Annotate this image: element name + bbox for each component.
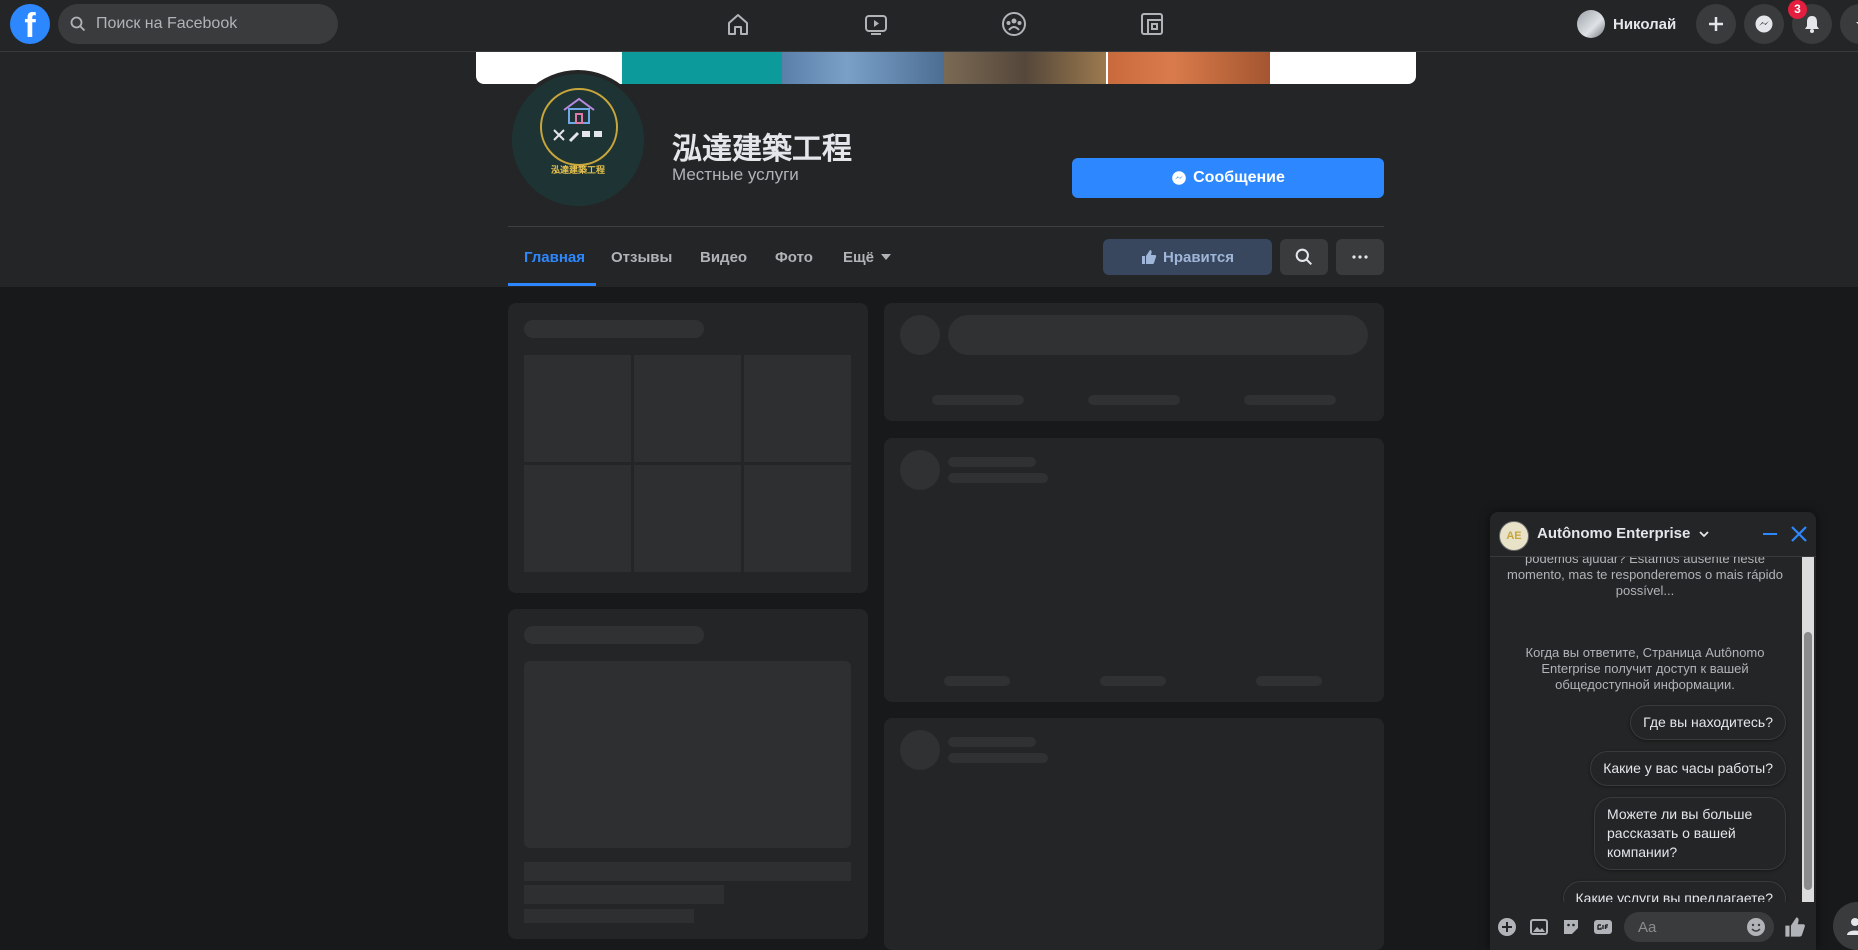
thumbs-up-icon [1785, 917, 1805, 937]
chat-title[interactable]: Autônomo Enterprise [1537, 525, 1709, 542]
close-chat-button[interactable] [1788, 523, 1810, 545]
tools-icon [553, 129, 602, 143]
search-box[interactable] [58, 4, 338, 44]
bell-icon [1805, 16, 1819, 33]
send-like-button[interactable] [1782, 914, 1808, 940]
sticker-button[interactable] [1560, 916, 1582, 938]
quick-reply-services[interactable]: Какие услуги вы предлагаете? [1562, 881, 1786, 902]
user-name: Николай [1613, 15, 1677, 33]
tab-label: Видео [700, 248, 748, 266]
watch-icon [865, 15, 887, 35]
plus-icon [1709, 17, 1723, 31]
tab-reviews[interactable]: Отзывы [611, 232, 672, 282]
like-label: Нравится [1162, 248, 1235, 266]
logo-ring [540, 88, 618, 166]
quick-reply-about[interactable]: Можете ли вы больше рассказать о вашей к… [1594, 797, 1786, 870]
gaming-icon [1141, 13, 1163, 35]
tab-videos[interactable]: Видео [700, 232, 747, 282]
nav-home[interactable] [683, 4, 793, 44]
quick-reply-location[interactable]: Где вы находитесь? [1630, 705, 1786, 740]
tab-label: Фото [775, 248, 813, 266]
attach-photo-button[interactable] [1528, 916, 1550, 938]
image-icon [1530, 919, 1548, 935]
cover-photo[interactable] [476, 52, 1416, 84]
chevron-down-icon [1856, 22, 1858, 24]
chat-messages[interactable]: podemos ajudar? Estamos ausente neste mo… [1490, 557, 1800, 902]
search-icon [1295, 248, 1313, 266]
person-icon [1847, 918, 1858, 935]
home-icon [728, 14, 748, 35]
search-input[interactable] [94, 14, 318, 34]
chevron-down-icon [1698, 531, 1709, 538]
chat-header[interactable]: AE Autônomo Enterprise [1490, 512, 1816, 557]
tab-photos[interactable]: Фото [775, 232, 813, 282]
house-icon [563, 97, 595, 124]
page-intro-message: podemos ajudar? Estamos ausente neste mo… [1506, 557, 1783, 598]
search-page-button[interactable] [1280, 239, 1328, 275]
messenger-icon [1755, 15, 1773, 33]
send-message-label: Сообщение [1193, 169, 1285, 186]
plus-circle-icon [1498, 918, 1516, 936]
tab-label: Отзывы [611, 248, 673, 266]
page-category[interactable]: Местные услуги [672, 165, 799, 185]
cover-tile [622, 52, 782, 84]
emoji-icon[interactable] [1746, 917, 1766, 937]
cover-tile [1108, 52, 1270, 84]
close-icon [1791, 526, 1807, 542]
logo-text: 泓達建築工程 [550, 165, 605, 175]
gif-button[interactable] [1592, 916, 1614, 938]
send-message-button[interactable]: Сообщение [1072, 158, 1384, 198]
tab-home[interactable]: Главная [524, 232, 585, 282]
quick-reply-hours[interactable]: Какие у вас часы работы? [1590, 751, 1786, 786]
gif-icon [1594, 920, 1612, 934]
message-input-box[interactable] [1624, 912, 1774, 942]
minimize-icon [1763, 533, 1777, 535]
chat-title-text: Autônomo Enterprise [1537, 525, 1691, 542]
messenger-icon [1172, 171, 1186, 185]
nav-watch[interactable] [821, 4, 931, 44]
notification-badge: 3 [1788, 0, 1807, 19]
nav-groups[interactable] [959, 4, 1069, 44]
chat-avatar: AE [1499, 521, 1529, 551]
chat-window: AE Autônomo Enterprise podemos ajudar? E… [1490, 512, 1816, 950]
post-placeholder-card [884, 438, 1384, 702]
cover-tile [782, 52, 944, 84]
chat-composer [1490, 902, 1816, 950]
more-actions-button[interactable] [1496, 916, 1518, 938]
tab-label: Главная [524, 248, 586, 266]
new-message-button[interactable] [1833, 902, 1858, 950]
about-placeholder-card [508, 609, 868, 939]
groups-icon [1002, 12, 1026, 36]
post-placeholder-card [884, 718, 1384, 950]
avatar [1577, 10, 1605, 38]
tab-label: Ещё [843, 248, 875, 266]
message-input[interactable] [1636, 917, 1740, 937]
cover-tile [944, 52, 1106, 84]
composer-placeholder-card [884, 303, 1384, 421]
sticker-icon [1564, 920, 1578, 934]
page-header [0, 52, 1858, 287]
photos-placeholder-card [508, 303, 868, 593]
more-icon [1352, 255, 1368, 259]
tab-more[interactable]: Ещё [843, 232, 892, 282]
search-icon [70, 16, 86, 32]
thumbs-up-icon [1141, 250, 1157, 264]
nav-gaming[interactable] [1097, 4, 1207, 44]
messenger-button[interactable] [1744, 4, 1784, 44]
caret-down-icon [881, 254, 892, 260]
header-divider [508, 226, 1384, 227]
page-title: 泓達建築工程 [672, 133, 852, 166]
minimize-chat-button[interactable] [1760, 524, 1780, 544]
privacy-notice: Когда вы ответите, Страница Autônomo Ent… [1525, 645, 1765, 692]
facebook-logo-icon[interactable]: f [10, 4, 50, 44]
more-options-button[interactable] [1336, 239, 1384, 275]
chat-scroll-thumb[interactable] [1804, 632, 1812, 890]
account-menu-button[interactable] [1840, 4, 1858, 44]
top-navigation-bar: f Николай 3 [0, 0, 1858, 52]
create-button[interactable] [1696, 4, 1736, 44]
profile-shortcut[interactable]: Николай [1577, 7, 1676, 41]
active-tab-indicator [508, 283, 596, 286]
like-page-button[interactable]: Нравится [1103, 239, 1272, 275]
